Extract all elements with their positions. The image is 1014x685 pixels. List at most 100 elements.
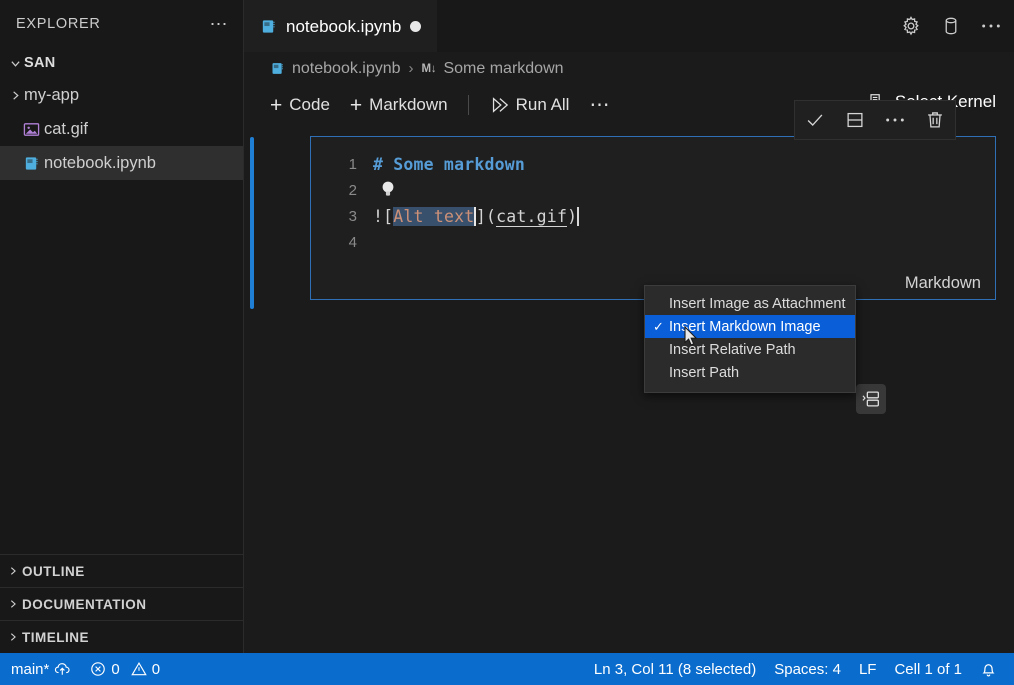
cell-toolbar [794, 100, 956, 140]
chevron-right-icon [4, 599, 22, 609]
plus-icon: + [349, 93, 363, 117]
ellipsis-icon[interactable] [980, 22, 1002, 30]
lightbulb-icon[interactable] [379, 179, 397, 199]
sidebar-item-notebook-ipynb[interactable]: notebook.ipynb [0, 146, 243, 180]
status-bar: main* 0 0 Ln 3, Col 11 (8 selected) Spac… [0, 653, 1014, 685]
sidebar-section-timeline[interactable]: TIMELINE [0, 620, 243, 653]
indentation-label: Spaces: 4 [774, 660, 841, 678]
menu-item-insert-relative-path[interactable]: Insert Relative Path [645, 338, 855, 361]
code-line-text: ![Alt text](cat.gif) [373, 206, 579, 227]
add-code-cell-label: Code [289, 95, 330, 114]
code-line-text: # Some markdown [373, 154, 526, 174]
ellipsis-icon: ⋯ [589, 94, 610, 116]
unsaved-indicator-icon[interactable] [410, 21, 422, 32]
breadcrumb-cell[interactable]: Some markdown [443, 60, 563, 78]
chevron-down-icon [6, 58, 24, 69]
insert-image-context-menu: Insert Image as Attachment ✓ Insert Mark… [644, 285, 856, 393]
gear-icon[interactable] [900, 15, 922, 37]
chevron-right-icon [6, 90, 24, 101]
line-number: 4 [348, 233, 357, 251]
sidebar-item-cat-gif[interactable]: cat.gif [0, 112, 243, 146]
ellipsis-icon[interactable]: ⋯ [210, 15, 230, 33]
sidebar-collapsed-sections: OUTLINE DOCUMENTATION TIMELINE [0, 554, 243, 653]
sidebar-item-my-app[interactable]: my-app [0, 78, 243, 112]
run-all-button[interactable]: Run All [479, 92, 580, 118]
explorer-root-label: SAN [24, 55, 56, 71]
status-cell-position[interactable]: Cell 1 of 1 [885, 653, 971, 685]
vscode-window: EXPLORER ⋯ SAN my-app cat.gif notebook.i… [0, 0, 1014, 685]
warning-count: 0 [151, 660, 161, 678]
run-all-icon [489, 95, 509, 115]
status-branch[interactable]: main* [2, 653, 81, 685]
tab-label: notebook.ipynb [286, 16, 402, 36]
menu-item-insert-path[interactable]: Insert Path [645, 361, 855, 384]
trash-icon[interactable] [924, 109, 946, 131]
breadcrumb: notebook.ipynb › M↓ Some markdown [244, 52, 1014, 85]
sidebar-section-label: DOCUMENTATION [22, 596, 147, 612]
status-bar-left: main* 0 0 [0, 653, 169, 685]
md-image-link[interactable]: cat.gif [496, 206, 568, 227]
breadcrumb-separator: › [408, 60, 414, 77]
branch-label: main* [11, 660, 50, 678]
toolbar-more-button[interactable]: ⋯ [579, 95, 619, 115]
cursor-position-label: Ln 3, Col 11 (8 selected) [593, 660, 757, 678]
status-bar-right: Ln 3, Col 11 (8 selected) Spaces: 4 LF C… [585, 653, 1014, 685]
ellipsis-icon[interactable] [884, 116, 906, 124]
cell-code-area: 1 # Some markdown 2 3 ![Alt text](cat.gi… [311, 151, 995, 255]
editor-tab-actions [900, 0, 1002, 52]
sidebar-section-documentation[interactable]: DOCUMENTATION [0, 587, 243, 620]
tab-notebook-ipynb[interactable]: notebook.ipynb [244, 0, 438, 52]
sidebar-item-label: my-app [24, 85, 80, 104]
line-number: 3 [348, 207, 357, 225]
explorer-root-folder[interactable]: SAN [0, 48, 243, 78]
status-problems[interactable]: 0 0 [81, 653, 169, 685]
explorer-header: EXPLORER ⋯ [0, 0, 243, 48]
menu-item-label: Insert Image as Attachment [669, 295, 846, 312]
toolbar-divider [467, 95, 469, 115]
database-icon[interactable] [940, 15, 962, 37]
editor-area: notebook.ipynb notebook.ipynb › M↓ Some … [244, 0, 1014, 653]
plus-icon: + [270, 93, 283, 117]
image-file-icon [18, 121, 44, 138]
breadcrumb-file[interactable]: notebook.ipynb [292, 60, 401, 78]
md-image-suffix: ) [567, 206, 578, 226]
code-line-3: 3 ![Alt text](cat.gif) [311, 203, 995, 229]
sidebar-section-label: OUTLINE [22, 563, 85, 579]
check-icon: ✓ [653, 318, 664, 334]
run-all-label: Run All [515, 95, 570, 114]
menu-item-insert-image-as-attachment[interactable]: Insert Image as Attachment [645, 292, 855, 315]
line-number: 2 [348, 181, 357, 199]
menu-item-label: Insert Path [669, 364, 740, 381]
error-icon [90, 661, 106, 677]
markdown-badge-icon: M↓ [421, 62, 437, 75]
line-number: 1 [348, 155, 357, 173]
menu-item-insert-markdown-image[interactable]: ✓ Insert Markdown Image [645, 315, 855, 338]
cell-position-label: Cell 1 of 1 [894, 660, 962, 678]
notebook-file-icon [18, 155, 44, 172]
cell-language-label[interactable]: Markdown [905, 274, 981, 293]
md-image-middle: ]( [475, 206, 497, 226]
mouse-cursor-icon [684, 326, 699, 347]
warning-icon [130, 661, 147, 677]
chevron-right-icon [4, 566, 22, 576]
status-cursor-position[interactable]: Ln 3, Col 11 (8 selected) [585, 653, 765, 685]
code-line-2: 2 [311, 177, 995, 203]
insert-image-widget-icon[interactable] [856, 384, 886, 414]
explorer-sidebar: EXPLORER ⋯ SAN my-app cat.gif notebook.i… [0, 0, 244, 653]
add-code-cell-button[interactable]: + Code [260, 92, 340, 118]
sidebar-section-outline[interactable]: OUTLINE [0, 554, 243, 587]
status-indentation[interactable]: Spaces: 4 [765, 653, 850, 685]
sidebar-section-label: TIMELINE [22, 629, 89, 645]
error-count: 0 [111, 660, 120, 678]
selected-alt-text: Alt text [393, 206, 475, 226]
check-icon[interactable] [804, 109, 826, 131]
editor-tabbar: notebook.ipynb [244, 0, 1014, 52]
eol-label: LF [858, 660, 877, 678]
status-notifications[interactable] [971, 653, 1006, 685]
markdown-cell-editor[interactable]: 1 # Some markdown 2 3 ![Alt text](cat.gi… [310, 136, 996, 300]
sidebar-item-label: cat.gif [44, 119, 89, 138]
add-markdown-cell-button[interactable]: + Markdown [340, 92, 458, 118]
bell-icon [980, 661, 997, 678]
split-cell-icon[interactable] [844, 109, 866, 131]
status-eol[interactable]: LF [850, 653, 886, 685]
